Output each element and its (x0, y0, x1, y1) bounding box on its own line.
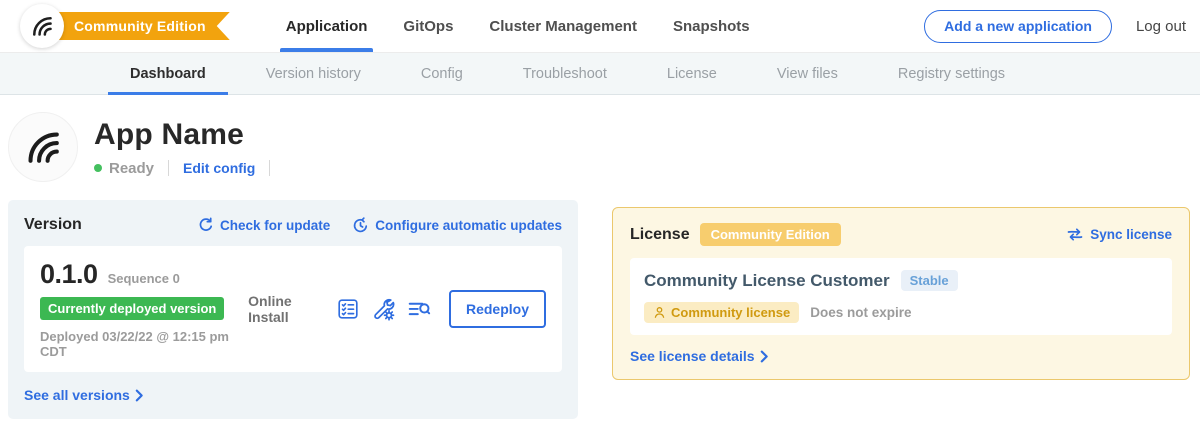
app-avatar (8, 112, 78, 182)
tab-version-history[interactable]: Version history (236, 53, 391, 94)
chevron-right-icon (135, 389, 144, 402)
app-sub-nav: Dashboard Version history Config Trouble… (0, 52, 1200, 95)
ready-status-dot (94, 164, 102, 172)
view-files-inspect-icon[interactable] (408, 298, 431, 321)
configure-updates-label: Configure automatic updates (375, 218, 562, 233)
license-details-panel: Community License Customer Stable Commun… (630, 258, 1172, 335)
nav-item-application[interactable]: Application (268, 0, 386, 52)
dashboard-cards: Version Check for update (0, 194, 1200, 419)
app-status-row: Ready Edit config (94, 160, 284, 177)
logout-link[interactable]: Log out (1136, 18, 1186, 35)
currently-deployed-badge: Currently deployed version (40, 297, 224, 320)
nav-item-gitops[interactable]: GitOps (385, 0, 471, 52)
divider (269, 160, 270, 176)
tab-dashboard[interactable]: Dashboard (100, 53, 236, 94)
config-wrench-gear-icon[interactable] (372, 298, 395, 321)
sync-license-link[interactable]: Sync license (1066, 227, 1172, 242)
nav-item-snapshots[interactable]: Snapshots (655, 0, 768, 52)
tab-config[interactable]: Config (391, 53, 493, 94)
scheduled-update-icon (352, 217, 369, 234)
license-customer-name: Community License Customer (644, 271, 890, 291)
version-card: Version Check for update (8, 200, 578, 419)
license-type-chip: Community license (644, 302, 799, 323)
brand: Community Edition (20, 4, 230, 48)
replicated-logo-icon (22, 126, 64, 168)
refresh-icon (198, 217, 214, 233)
preflight-checklist-icon[interactable] (337, 298, 359, 320)
app-name-title: App Name (94, 118, 284, 152)
community-edition-badge: Community Edition (700, 223, 841, 246)
version-number: 0.1.0 (40, 259, 98, 290)
license-card: License Community Edition Sync license C… (612, 207, 1190, 380)
sync-arrows-icon (1066, 227, 1084, 242)
deployed-timestamp: Deployed 03/22/22 @ 12:15 pm CDT (40, 329, 248, 359)
license-card-title: License (630, 226, 690, 244)
chevron-right-icon (760, 350, 769, 363)
see-license-details-label: See license details (630, 348, 755, 364)
sync-license-label: Sync license (1090, 227, 1172, 242)
license-card-header: License Community Edition Sync license (630, 223, 1172, 246)
current-version-panel: 0.1.0 Sequence 0 Currently deployed vers… (24, 246, 562, 372)
tab-license[interactable]: License (637, 53, 747, 94)
app-header-info: App Name Ready Edit config (94, 118, 284, 177)
add-new-application-button[interactable]: Add a new application (924, 10, 1112, 43)
check-for-update-link[interactable]: Check for update (198, 217, 330, 233)
community-edition-ribbon: Community Edition (36, 12, 230, 40)
app-status-text: Ready (109, 160, 154, 177)
redeploy-button[interactable]: Redeploy (449, 290, 546, 328)
app-logo-badge (20, 4, 64, 48)
primary-nav: Application GitOps Cluster Management Sn… (268, 0, 768, 52)
top-bar: Community Edition Application GitOps Clu… (0, 0, 1200, 52)
version-card-links: Check for update Configure automatic upd… (198, 217, 562, 234)
install-type-label: Online Install (248, 293, 320, 325)
edit-config-link[interactable]: Edit config (183, 160, 255, 176)
app-header: App Name Ready Edit config (0, 95, 1200, 194)
tab-troubleshoot[interactable]: Troubleshoot (493, 53, 637, 94)
version-details: 0.1.0 Sequence 0 Currently deployed vers… (40, 259, 248, 359)
tab-view-files[interactable]: View files (747, 53, 868, 94)
person-icon (653, 306, 666, 319)
nav-item-cluster-management[interactable]: Cluster Management (471, 0, 655, 52)
configure-automatic-updates-link[interactable]: Configure automatic updates (352, 217, 562, 234)
see-all-versions-label: See all versions (24, 387, 130, 403)
version-actions: Online Install (248, 290, 546, 328)
version-card-title: Version (24, 216, 82, 234)
version-card-header: Version Check for update (24, 216, 562, 234)
see-all-versions-link[interactable]: See all versions (24, 387, 562, 403)
replicated-logo-icon (29, 13, 55, 39)
tab-registry-settings[interactable]: Registry settings (868, 53, 1035, 94)
license-expiration-text: Does not expire (810, 305, 911, 320)
license-type-label: Community license (671, 305, 790, 320)
channel-badge: Stable (901, 270, 958, 291)
check-for-update-label: Check for update (220, 218, 330, 233)
see-license-details-link[interactable]: See license details (630, 348, 1172, 364)
top-bar-actions: Add a new application Log out (924, 10, 1186, 43)
sequence-label: Sequence 0 (108, 271, 180, 286)
divider (168, 160, 169, 176)
